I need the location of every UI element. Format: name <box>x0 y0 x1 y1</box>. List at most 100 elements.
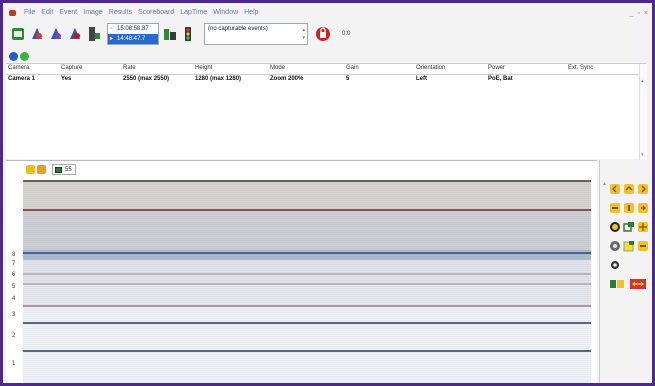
lock-button[interactable] <box>315 24 331 44</box>
panel-scroll-icon[interactable]: ▴ <box>603 180 606 187</box>
gear-icon <box>610 241 620 251</box>
tool-pan-right[interactable] <box>637 183 649 195</box>
header-orientation[interactable]: Orientation <box>416 65 445 71</box>
frame-count-display[interactable]: 55 <box>52 164 76 175</box>
lane-label-3: 3 <box>12 312 16 318</box>
scroll-down-icon[interactable]: ▾ <box>641 152 644 158</box>
capture-start-button[interactable] <box>29 24 45 44</box>
menu-help[interactable]: Help <box>241 6 261 20</box>
close-button[interactable]: × <box>644 10 648 17</box>
tool-step-forward[interactable] <box>637 202 649 214</box>
time-row-bottom[interactable]: ▸ 14:48:47.7 <box>108 34 158 44</box>
connection-status-icon[interactable] <box>20 52 29 61</box>
cell-mode: Zoom 200% <box>270 76 304 82</box>
tool-pan-up[interactable] <box>623 183 635 195</box>
application-window: File Edit Event Image Results Scoreboard… <box>0 0 655 386</box>
lane-label-5: 5 <box>12 284 16 290</box>
header-height[interactable]: Height <box>195 65 212 71</box>
expand-image-icon[interactable] <box>37 165 46 174</box>
tool-frames[interactable] <box>623 221 635 233</box>
time-top-value: 15:08:58.87 <box>117 26 149 32</box>
table-scrollbar[interactable]: ▴ ▾ <box>639 64 647 160</box>
table-row[interactable]: Camera 1 Yes 2550 (max 2550) 1280 (max 1… <box>6 75 646 86</box>
time-row-top[interactable]: ◦ 15:08:58.87 <box>108 24 158 34</box>
start-signal-button[interactable] <box>162 24 178 44</box>
tool-center[interactable] <box>623 202 635 214</box>
app-logo-icon[interactable] <box>8 8 18 18</box>
info-status-icon[interactable] <box>9 52 18 61</box>
time-display[interactable]: ◦ 15:08:58.87 ▸ 14:48:47.7 <box>107 23 159 45</box>
window-controls: _ ▫ × <box>630 10 652 17</box>
tool-record[interactable] <box>609 221 621 233</box>
event-selector-arrows[interactable]: ▴ ▾ <box>302 26 305 42</box>
menu-results[interactable]: Results <box>106 6 135 20</box>
event-selector-value: (no capturable events) <box>208 26 268 32</box>
cell-capture: Yes <box>61 76 72 82</box>
camera-table: Camera Capture Rate Height Mode Gain Ori… <box>6 63 647 160</box>
status-indicators <box>9 52 29 61</box>
finish-camera-icon <box>51 28 61 39</box>
menu-window[interactable]: Window <box>210 6 241 20</box>
capture-pause-button[interactable] <box>48 24 64 44</box>
lane-labels: 8 7 6 5 4 3 2 1 <box>12 180 22 383</box>
highlight-icon <box>623 241 634 252</box>
scroll-up-icon[interactable]: ▴ <box>641 78 644 84</box>
lane-label-1: 1 <box>12 361 16 367</box>
tool-step-back[interactable] <box>609 202 621 214</box>
menu-image[interactable]: Image <box>80 6 105 20</box>
cell-rate: 2550 (max 2550) <box>123 76 170 82</box>
image-tools-panel: ▴ <box>599 160 652 383</box>
header-rate[interactable]: Rate <box>123 65 136 71</box>
header-ext-sync[interactable]: Ext. Sync <box>568 65 593 71</box>
cell-orientation: Left <box>416 76 427 82</box>
menu-file[interactable]: File <box>21 6 38 20</box>
menu-laptime[interactable]: LapTime <box>177 6 210 20</box>
traffic-light-button[interactable] <box>181 24 197 44</box>
frames-tool-icon <box>623 222 634 232</box>
frames-icon <box>55 167 62 173</box>
table-header: Camera Capture Rate Height Mode Gain Ori… <box>6 64 646 75</box>
start-signal-icon <box>164 29 176 40</box>
finish-camera-stop-icon <box>70 28 80 39</box>
split-view-icon <box>610 280 624 288</box>
lock-icon <box>316 27 330 41</box>
image-toolbar: 55 <box>26 164 76 175</box>
tool-pan-left[interactable] <box>609 183 621 195</box>
arrow-right-icon <box>638 184 648 194</box>
tool-split-view[interactable] <box>609 278 625 290</box>
event-selector[interactable]: (no capturable events) ▴ ▾ <box>204 23 308 45</box>
menu-scoreboard[interactable]: Scoreboard <box>135 6 177 20</box>
sensor-button[interactable] <box>86 24 102 44</box>
cell-power: PoE, Bat <box>488 76 513 82</box>
tool-expand[interactable] <box>637 221 649 233</box>
capture-stop-button[interactable] <box>67 24 83 44</box>
header-camera[interactable]: Camera <box>8 65 29 71</box>
menu-edit[interactable]: Edit <box>38 6 56 20</box>
time-bottom-marker: ▸ <box>110 36 114 42</box>
menubar: File Edit Event Image Results Scoreboard… <box>6 6 652 20</box>
restore-button[interactable]: ▫ <box>637 10 639 17</box>
frame-count-value: 55 <box>65 167 72 173</box>
step-forward-icon <box>638 203 648 213</box>
header-mode[interactable]: Mode <box>270 65 285 71</box>
tool-collapse[interactable] <box>637 240 649 252</box>
sensor-icon <box>89 27 100 41</box>
tool-target[interactable] <box>609 259 621 271</box>
finish-line-image[interactable] <box>23 180 591 383</box>
arrow-up-icon <box>624 184 634 194</box>
compare-icon <box>630 279 646 289</box>
lane-label-2: 2 <box>12 333 16 339</box>
header-power[interactable]: Power <box>488 65 505 71</box>
finish-image-panel: 55 8 7 6 5 4 3 2 1 <box>6 160 597 383</box>
shrink-image-icon[interactable] <box>26 165 35 174</box>
minimize-button[interactable]: _ <box>630 10 634 17</box>
menu-event[interactable]: Event <box>56 6 80 20</box>
tool-settings[interactable] <box>609 240 621 252</box>
cell-height: 1280 (max 1280) <box>195 76 242 82</box>
header-capture[interactable]: Capture <box>61 65 82 71</box>
tool-highlight[interactable] <box>623 240 635 252</box>
camera-connect-button[interactable] <box>10 24 26 44</box>
collapse-icon <box>638 241 648 251</box>
header-gain[interactable]: Gain <box>346 65 359 71</box>
tool-compare[interactable] <box>629 278 647 290</box>
